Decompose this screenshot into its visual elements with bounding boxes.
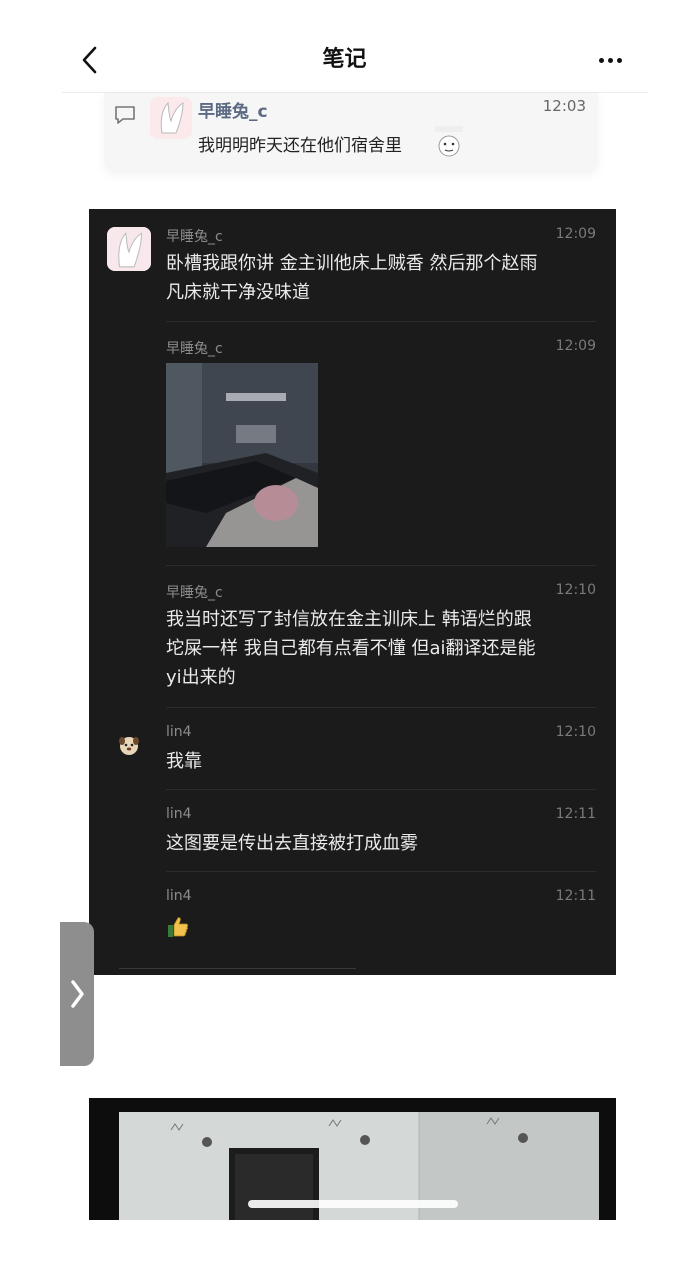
message-time: 12:11 bbox=[555, 888, 596, 904]
chat-message: 早睡兔_c 12:09 卧槽我跟你讲 金主训他床上贼香 然后那个赵雨 凡床就干净… bbox=[89, 209, 616, 322]
bottom-blank bbox=[60, 1220, 660, 1279]
comment-icon bbox=[115, 106, 135, 124]
sender-name: lin4 bbox=[166, 806, 192, 822]
chat-message: 早睡兔_c 12:10 我当时还写了封信放在金主训床上 韩语烂的跟 坨屎一样 我… bbox=[89, 565, 616, 708]
message-time: 12:10 bbox=[555, 724, 596, 740]
sticker-emoji-icon bbox=[435, 126, 463, 157]
message-time: 12:03 bbox=[542, 97, 586, 115]
chevron-right-icon bbox=[71, 980, 84, 1008]
navbar: 笔记 bbox=[0, 28, 689, 92]
message-text: 我明明昨天还在他们宿舍里 bbox=[198, 136, 402, 156]
side-panel-toggle[interactable] bbox=[60, 922, 94, 1066]
chat-message: lin4 12:11 这图要是传出去直接被打成血雾 bbox=[89, 789, 616, 872]
message-time: 12:11 bbox=[555, 806, 596, 822]
chat-message: 早睡兔_c 12:09 bbox=[89, 321, 616, 566]
screen: 笔记 早睡兔_c 12:03 我明明昨天还在他们宿舍里 早睡兔_c 12:09 … bbox=[0, 0, 689, 1279]
dog-avatar-icon[interactable] bbox=[117, 733, 141, 757]
page-title: 笔记 bbox=[322, 47, 367, 72]
message-time: 12:09 bbox=[555, 226, 596, 242]
message-time: 12:10 bbox=[555, 582, 596, 598]
message-time: 12:09 bbox=[555, 338, 596, 354]
chat-screenshot: 早睡兔_c 12:09 卧槽我跟你讲 金主训他床上贼香 然后那个赵雨 凡床就干净… bbox=[89, 209, 616, 975]
thumbs-up-icon bbox=[168, 917, 189, 937]
chat-message: lin4 12:11 bbox=[89, 871, 616, 975]
more-button[interactable] bbox=[590, 42, 630, 78]
rabbit-avatar-icon bbox=[107, 227, 151, 271]
rabbit-avatar-icon bbox=[150, 97, 192, 139]
sender-name: lin4 bbox=[166, 888, 192, 904]
sender-name: 早睡兔_c bbox=[166, 229, 223, 245]
bedroom-photo[interactable] bbox=[166, 363, 318, 547]
quoted-message-card[interactable]: 早睡兔_c 12:03 我明明昨天还在他们宿舍里 bbox=[104, 93, 598, 171]
sender-name: lin4 bbox=[166, 724, 192, 740]
message-text: 我当时还写了封信放在金主训床上 韩语烂的跟 坨屎一样 我自己都有点看不懂 但ai… bbox=[166, 609, 536, 688]
home-indicator bbox=[248, 1200, 458, 1208]
message-text: 卧槽我跟你讲 金主训他床上贼香 然后那个赵雨 凡床就干净没味道 bbox=[166, 253, 538, 303]
sender-name: 早睡兔_c bbox=[198, 102, 268, 122]
sender-name: 早睡兔_c bbox=[166, 341, 223, 357]
message-text: 这图要是传出去直接被打成血雾 bbox=[166, 833, 418, 854]
avatar[interactable] bbox=[107, 227, 151, 271]
chat-message: lin4 12:10 我靠 bbox=[89, 707, 616, 790]
avatar[interactable] bbox=[150, 97, 192, 139]
message-text: 我靠 bbox=[166, 751, 202, 772]
more-horizontal-icon bbox=[598, 57, 604, 63]
divider bbox=[119, 968, 356, 969]
sender-name: 早睡兔_c bbox=[166, 585, 223, 601]
